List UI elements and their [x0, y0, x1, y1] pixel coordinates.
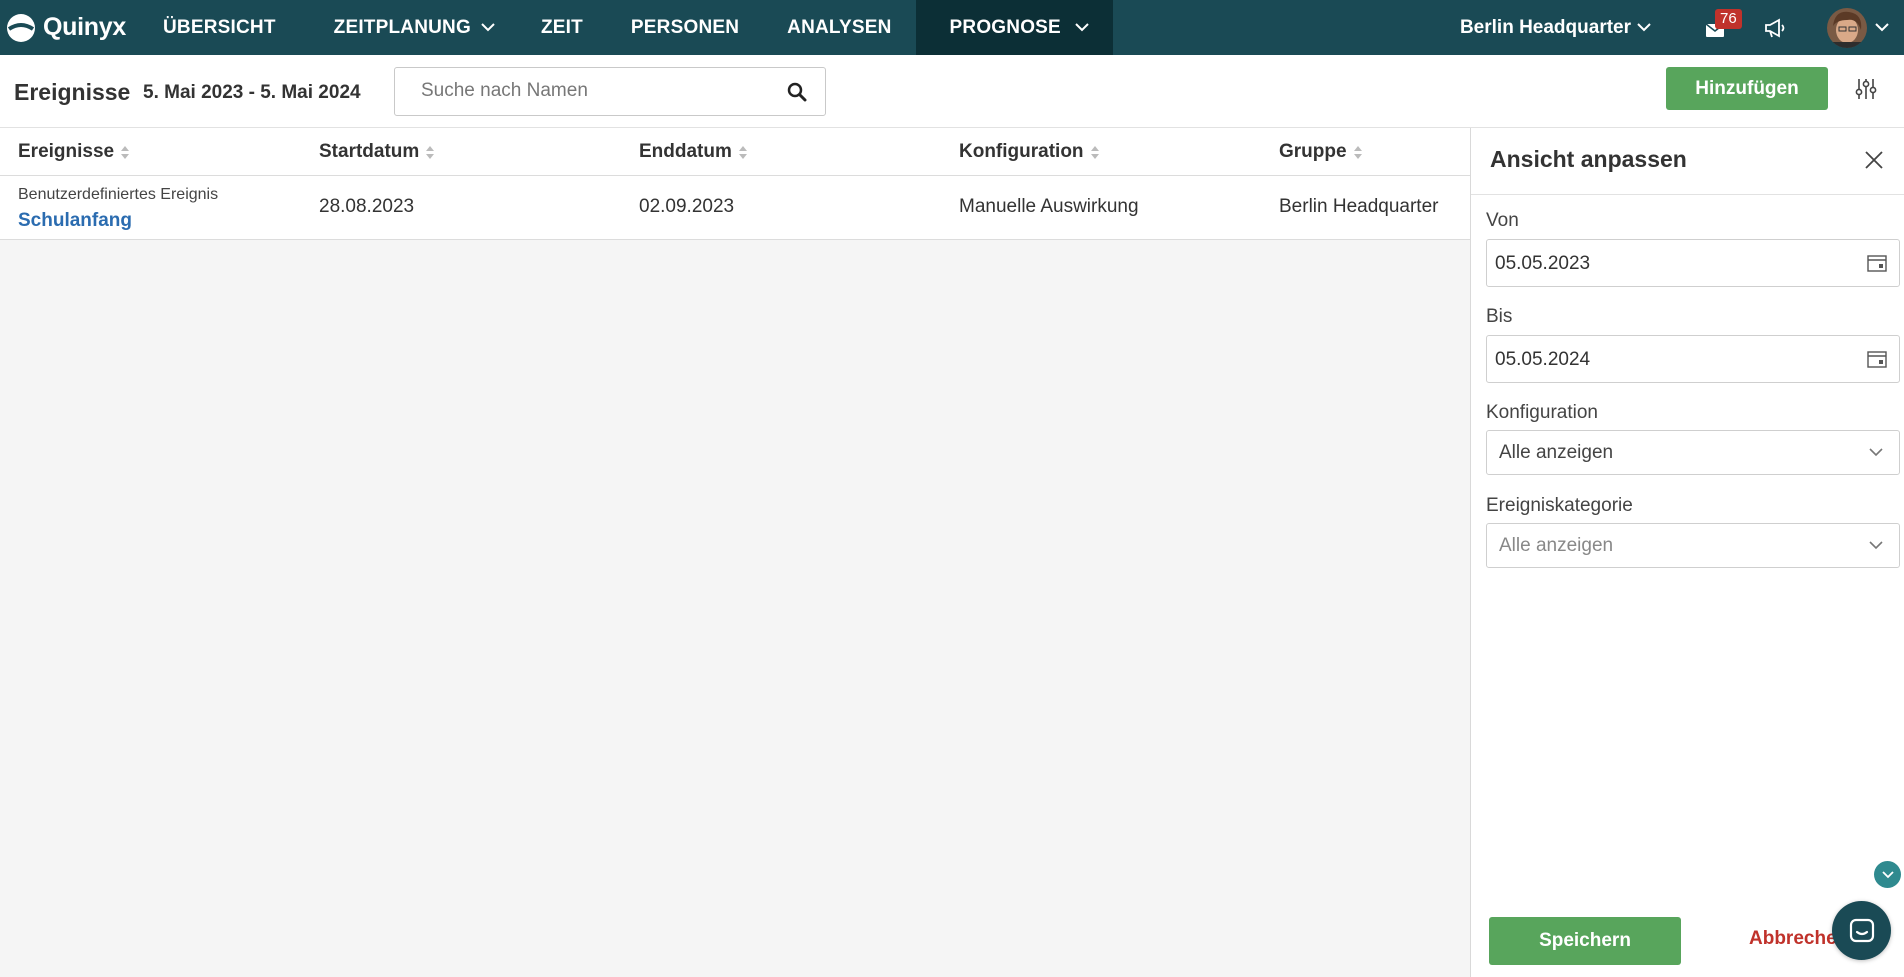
location-label: Berlin Headquarter — [1459, 16, 1631, 38]
divider — [1471, 194, 1904, 195]
user-menu[interactable] — [1827, 7, 1889, 48]
event-start-date: 28.08.2023 — [319, 196, 415, 217]
table-row[interactable]: Benutzerdefiniertes Ereignis Schulanfang… — [0, 176, 1470, 239]
event-name-link[interactable]: Schulanfang — [18, 210, 132, 232]
announcements[interactable] — [1763, 13, 1793, 43]
event-end-date: 02.09.2023 — [639, 196, 735, 217]
nav-uebersicht[interactable]: ÜBERSICHT — [163, 0, 276, 55]
configuration-label: Konfiguration — [1486, 402, 1598, 423]
save-button[interactable]: Speichern — [1489, 917, 1681, 965]
panel-title: Ansicht anpassen — [1490, 146, 1687, 172]
events-table: Ereignisse Startdatum Enddatum Konfigura… — [0, 128, 1470, 240]
chevron-down-icon — [1869, 541, 1883, 550]
event-category-selected-value: Alle anzeigen — [1499, 535, 1614, 556]
table-header: Ereignisse Startdatum Enddatum Konfigura… — [0, 128, 1470, 176]
nav-zeitplanung[interactable]: ZEITPLANUNG — [334, 0, 495, 55]
column-header-gruppe[interactable]: Gruppe — [1279, 141, 1362, 163]
chevron-down-icon — [1637, 23, 1651, 32]
search-icon[interactable] — [787, 82, 807, 102]
sort-icon — [1090, 145, 1099, 159]
customize-view-panel: Ansicht anpassen Von 05.05.2023 Bis 05.0… — [1470, 128, 1904, 977]
calendar-icon[interactable] — [1867, 350, 1887, 368]
column-header-ereignisse[interactable]: Ereignisse — [18, 141, 130, 163]
chat-launcher-button[interactable] — [1832, 901, 1891, 960]
calendar-icon[interactable] — [1867, 254, 1887, 272]
to-date-field[interactable]: 05.05.2024 — [1486, 335, 1900, 383]
top-navigation: Quinyx ÜBERSICHT ZEITPLANUNG ZEIT PERSON… — [0, 0, 1904, 55]
brand-name: Quinyx — [43, 13, 126, 41]
column-header-label: Ereignisse — [18, 141, 115, 162]
nav-personen[interactable]: PERSONEN — [631, 0, 739, 55]
event-category: Benutzerdefiniertes Ereignis — [18, 186, 219, 203]
date-range-label: 5. Mai 2023 - 5. Mai 2024 — [143, 82, 361, 103]
notifications[interactable]: 76 — [1705, 8, 1742, 40]
chevron-down-icon — [481, 23, 495, 32]
nav-personen-label: PERSONEN — [630, 16, 740, 38]
nav-right-area: Berlin Headquarter 76 — [1460, 0, 1904, 55]
to-date-value: 05.05.2024 — [1495, 349, 1591, 370]
sort-icon — [738, 145, 747, 159]
to-label: Bis — [1486, 306, 1513, 327]
nav-uebersicht-label: ÜBERSICHT — [163, 16, 276, 38]
notification-count-badge: 76 — [1715, 8, 1742, 29]
scroll-down-button[interactable] — [1874, 861, 1901, 888]
from-date-field[interactable]: 05.05.2023 — [1486, 239, 1900, 287]
search-input[interactable] — [419, 68, 789, 114]
nav-prognose-label: PROGNOSE — [949, 16, 1061, 38]
configuration-select[interactable]: Alle anzeigen — [1486, 430, 1900, 475]
nav-zeitplanung-label: ZEITPLANUNG — [333, 16, 471, 38]
page-title: Ereignisse — [14, 79, 131, 105]
logo-icon — [7, 13, 35, 42]
sort-icon — [121, 145, 130, 159]
configuration-selected-value: Alle anzeigen — [1499, 442, 1614, 463]
sort-icon — [1353, 145, 1362, 159]
filter-settings-icon[interactable] — [1854, 77, 1878, 101]
from-date-value: 05.05.2023 — [1495, 253, 1591, 274]
column-header-konfiguration[interactable]: Konfiguration — [959, 141, 1099, 163]
event-configuration: Manuelle Auswirkung — [959, 196, 1139, 217]
column-header-label: Konfiguration — [959, 141, 1084, 162]
sort-icon — [426, 145, 435, 159]
nav-zeit-label: ZEIT — [540, 16, 583, 38]
brand-logo[interactable]: Quinyx — [0, 0, 150, 55]
column-header-label: Enddatum — [639, 141, 732, 162]
column-header-enddatum[interactable]: Enddatum — [639, 141, 747, 163]
chevron-down-icon — [1881, 870, 1894, 878]
add-event-button[interactable]: Hinzufügen — [1666, 67, 1828, 110]
nav-analysen[interactable]: ANALYSEN — [787, 0, 891, 55]
nav-zeit[interactable]: ZEIT — [541, 0, 583, 55]
chevron-down-icon — [1875, 23, 1889, 32]
event-category-label: Ereigniskategorie — [1486, 495, 1633, 516]
location-selector[interactable]: Berlin Headquarter — [1460, 17, 1651, 39]
megaphone-icon — [1765, 17, 1785, 38]
search-box — [394, 67, 826, 116]
column-header-label: Gruppe — [1279, 141, 1347, 162]
chevron-down-icon — [1075, 23, 1089, 32]
nav-analysen-label: ANALYSEN — [787, 16, 892, 38]
chevron-down-icon — [1869, 448, 1883, 457]
chat-icon — [1849, 918, 1874, 942]
column-header-startdatum[interactable]: Startdatum — [319, 141, 435, 163]
nav-prognose[interactable]: PROGNOSE — [915, 0, 1113, 55]
column-header-label: Startdatum — [319, 141, 420, 162]
close-icon[interactable] — [1864, 150, 1884, 170]
avatar — [1827, 7, 1867, 48]
event-group: Berlin Headquarter — [1279, 196, 1439, 217]
event-category-select[interactable]: Alle anzeigen — [1486, 523, 1900, 568]
from-label: Von — [1486, 210, 1519, 231]
page-header: Ereignisse 5. Mai 2023 - 5. Mai 2024 Hin… — [0, 55, 1904, 128]
